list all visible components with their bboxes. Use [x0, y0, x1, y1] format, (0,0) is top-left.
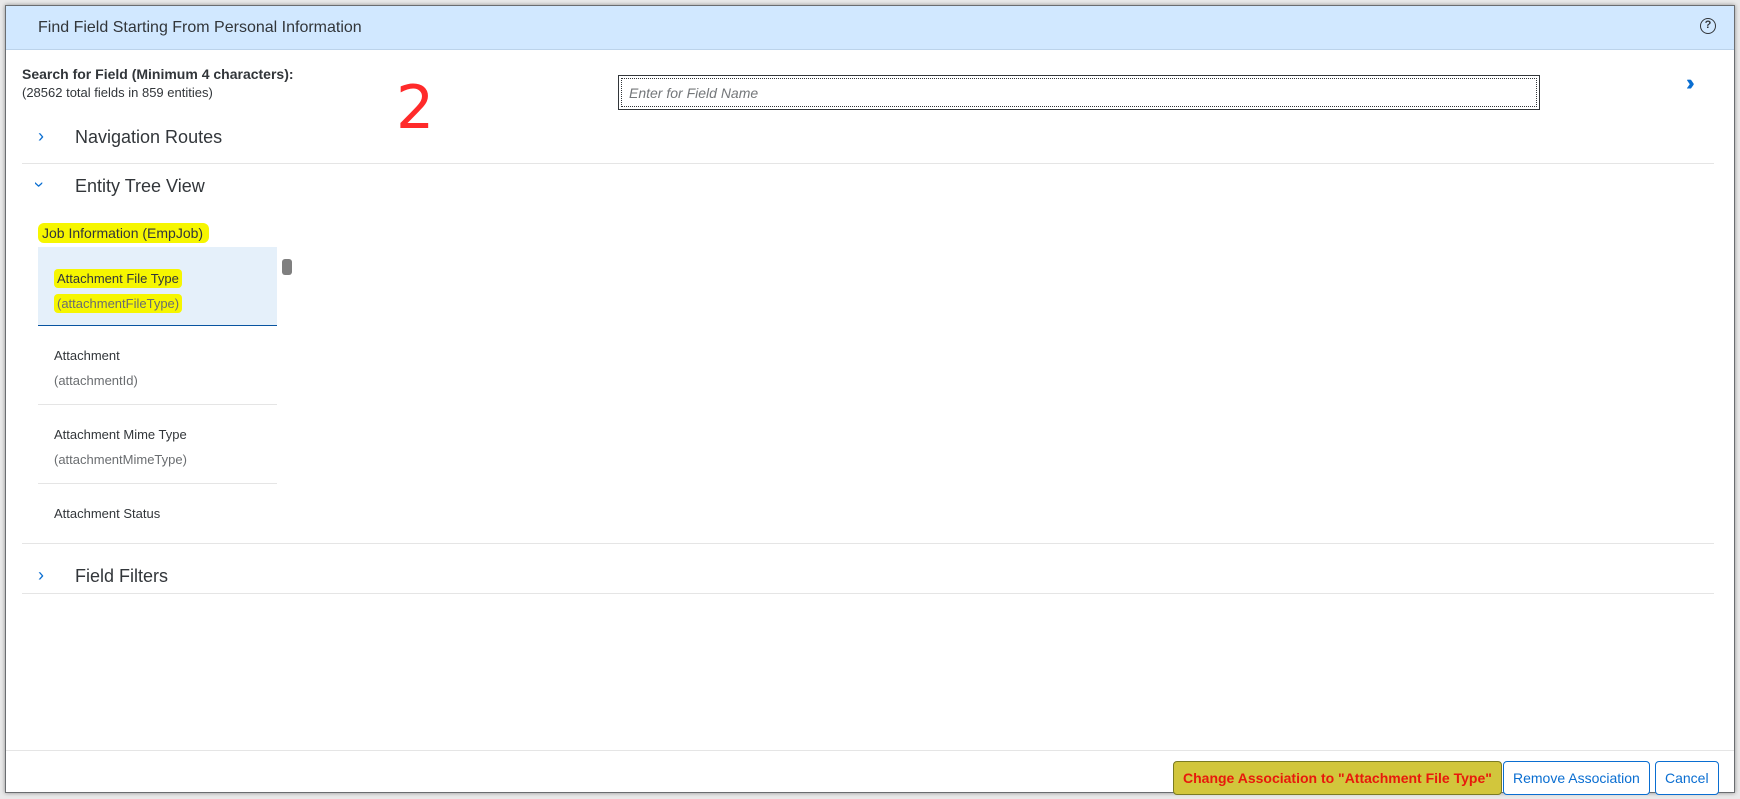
find-field-dialog: Find Field Starting From Personal Inform… [5, 5, 1735, 795]
dialog-title: Find Field Starting From Personal Inform… [38, 19, 362, 36]
chevron-right-icon[interactable]: › [38, 565, 44, 586]
list-scrollbar-thumb[interactable] [282, 259, 292, 275]
list-item[interactable]: Attachment Mime Type (attachmentMimeType… [38, 405, 277, 484]
change-association-button[interactable]: Change Association to "Attachment File T… [1173, 761, 1502, 795]
dialog-footer-divider [6, 750, 1734, 751]
field-name: Attachment Mime Type [54, 427, 187, 442]
section-navigation-routes[interactable]: › Navigation Routes [22, 117, 1714, 163]
list-item[interactable]: Attachment Status [38, 484, 277, 532]
field-search-input[interactable] [618, 75, 1540, 110]
chevron-right-icon[interactable]: › [38, 126, 44, 147]
help-icon[interactable]: ? [1700, 18, 1716, 34]
field-list: Attachment File Type (attachmentFileType… [38, 247, 277, 532]
cancel-button[interactable]: Cancel [1655, 761, 1719, 795]
divider [22, 593, 1714, 594]
field-code: (attachmentMimeType) [54, 452, 187, 467]
double-chevron-right-icon[interactable]: ›› [1686, 70, 1694, 96]
chevron-down-icon[interactable]: › [29, 182, 50, 188]
divider [22, 163, 1714, 164]
list-item[interactable]: Attachment (attachmentId) [38, 326, 277, 405]
remove-association-button[interactable]: Remove Association [1503, 761, 1650, 795]
section-entity-tree-view[interactable]: › Entity Tree View [22, 166, 1714, 212]
field-name: Attachment [54, 348, 120, 363]
field-name: Attachment Status [54, 506, 161, 521]
search-label: Search for Field (Minimum 4 characters): [22, 66, 294, 82]
section-title-entity-tree-view: Entity Tree View [75, 176, 205, 196]
field-code: (attachmentFileType) [54, 294, 183, 313]
dialog-header: Find Field Starting From Personal Inform… [6, 6, 1734, 50]
field-name: Attachment File Type [54, 269, 182, 288]
entity-label[interactable]: Job Information (EmpJob) [38, 223, 210, 243]
divider [22, 543, 1714, 544]
section-field-filters[interactable]: › Field Filters [22, 556, 1714, 602]
search-field-count: (28562 total fields in 859 entities) [22, 85, 213, 100]
field-code: (attachmentId) [54, 373, 138, 388]
section-title-field-filters: Field Filters [75, 566, 169, 586]
section-title-navigation-routes: Navigation Routes [75, 127, 223, 147]
list-item[interactable]: Attachment File Type (attachmentFileType… [38, 247, 277, 326]
